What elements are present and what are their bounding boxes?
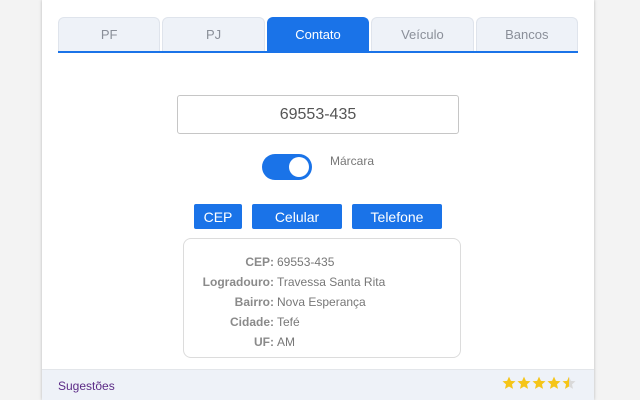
result-value: Travessa Santa Rita bbox=[277, 275, 386, 289]
result-row-cidade: Cidade: Tefé bbox=[184, 312, 460, 332]
star-icon[interactable] bbox=[562, 376, 576, 390]
result-value: Nova Esperança bbox=[277, 295, 366, 309]
tab-bancos[interactable]: Bancos bbox=[475, 17, 579, 51]
result-value: AM bbox=[277, 335, 295, 349]
celular-button[interactable]: Celular bbox=[252, 204, 342, 229]
result-value: 69553-435 bbox=[277, 255, 335, 269]
cep-button[interactable]: CEP bbox=[194, 204, 242, 229]
result-key: UF: bbox=[254, 335, 274, 349]
telefone-button[interactable]: Telefone bbox=[352, 204, 442, 229]
result-row-cep: CEP: 69553-435 bbox=[184, 252, 460, 272]
star-icon[interactable] bbox=[547, 376, 561, 390]
tab-bar: PF PJ Contato Veículo Bancos bbox=[58, 17, 579, 53]
suggestions-link[interactable]: Sugestões bbox=[58, 379, 115, 393]
tab-pj[interactable]: PJ bbox=[162, 17, 265, 51]
result-key: Bairro: bbox=[234, 295, 274, 309]
result-row-logradouro: Logradouro: Travessa Santa Rita bbox=[184, 272, 460, 292]
mask-toggle[interactable] bbox=[262, 154, 312, 180]
tab-contato[interactable]: Contato bbox=[266, 17, 370, 51]
star-icon[interactable] bbox=[517, 376, 531, 390]
result-key: Cidade: bbox=[229, 315, 274, 329]
result-row-uf: UF: AM bbox=[184, 332, 460, 352]
toggle-knob bbox=[289, 157, 309, 177]
footer-bar: Sugestões bbox=[42, 369, 594, 400]
mask-toggle-label: Márcara bbox=[330, 154, 375, 168]
star-icon[interactable] bbox=[532, 376, 546, 390]
result-key: Logradouro: bbox=[202, 275, 274, 289]
address-result-card: CEP: 69553-435 Logradouro: Travessa Sant… bbox=[183, 238, 461, 358]
extension-panel: PF PJ Contato Veículo Bancos Márcara CEP… bbox=[42, 0, 594, 400]
tab-pf[interactable]: PF bbox=[58, 17, 161, 51]
tab-veiculo[interactable]: Veículo bbox=[371, 17, 474, 51]
result-key: CEP: bbox=[245, 255, 274, 269]
result-row-bairro: Bairro: Nova Esperança bbox=[184, 292, 460, 312]
result-value: Tefé bbox=[277, 315, 300, 329]
star-icon[interactable] bbox=[502, 376, 516, 390]
cep-input[interactable] bbox=[177, 95, 459, 134]
rating-stars[interactable] bbox=[502, 376, 576, 390]
